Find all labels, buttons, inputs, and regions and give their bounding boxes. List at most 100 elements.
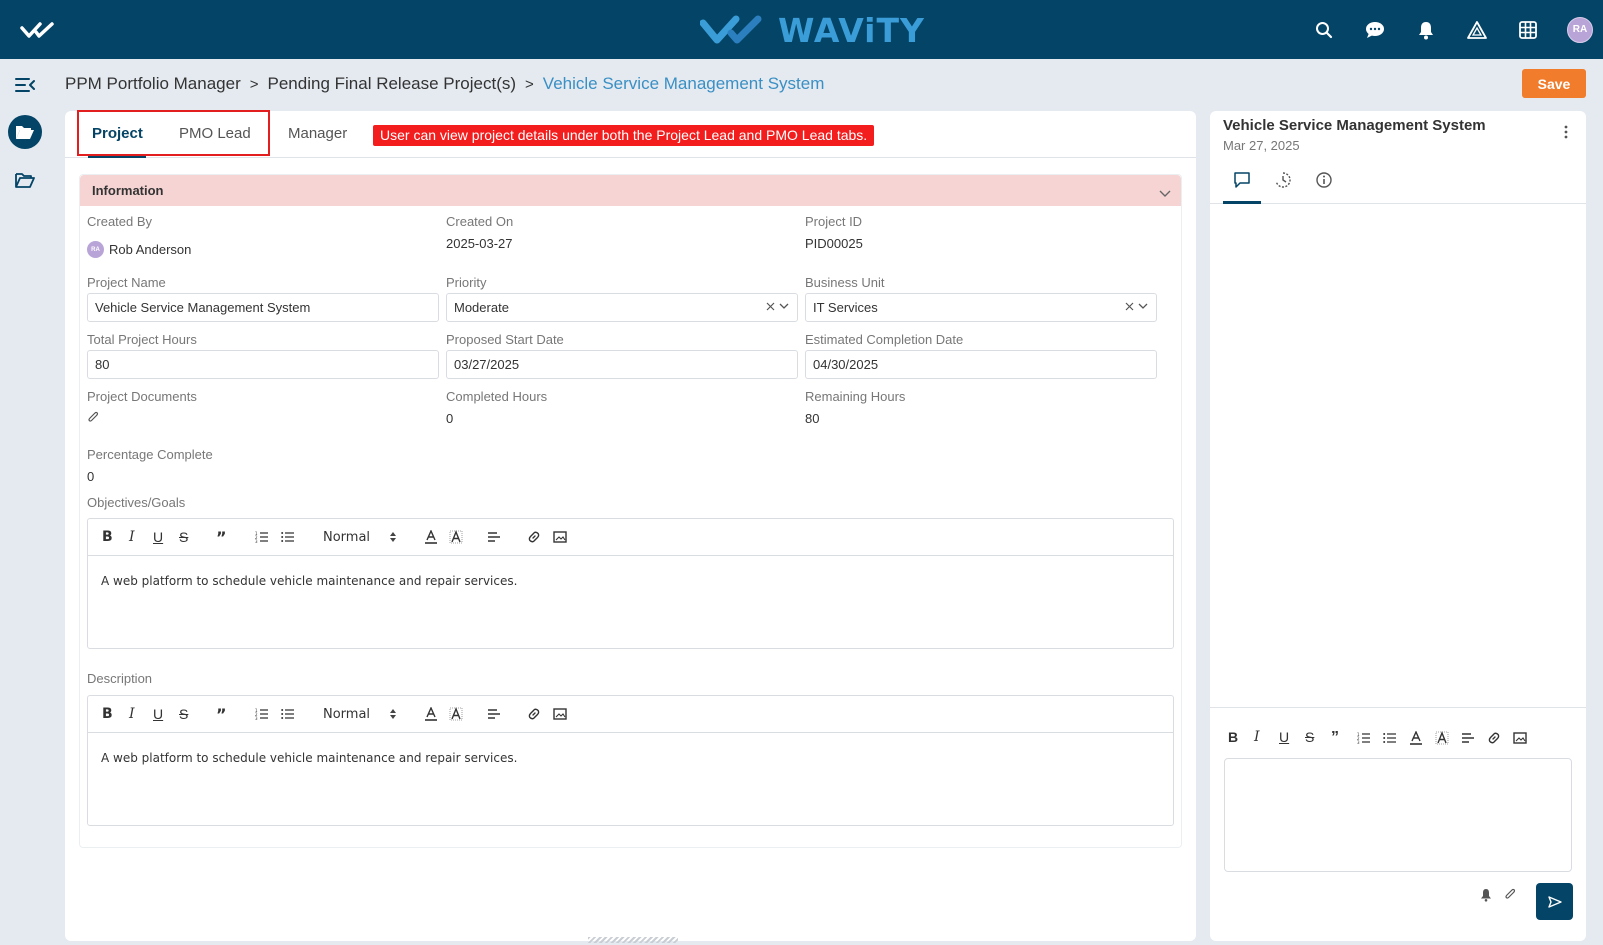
- background-color-icon[interactable]: [449, 705, 463, 723]
- panel-title: Vehicle Service Management System: [1223, 117, 1486, 134]
- background-color-icon[interactable]: [449, 528, 463, 546]
- created-on-value: 2025-03-27: [446, 236, 513, 251]
- more-vertical-icon[interactable]: [1564, 125, 1568, 144]
- breadcrumb-item[interactable]: PPM Portfolio Manager: [65, 74, 241, 94]
- format-select[interactable]: Normal: [323, 705, 370, 723]
- align-icon[interactable]: [487, 528, 501, 546]
- select-arrows-icon[interactable]: [389, 528, 397, 546]
- priority-select[interactable]: Moderate: [446, 293, 798, 322]
- italic-icon[interactable]: I: [129, 528, 135, 546]
- quote-icon[interactable]: ”: [1331, 729, 1339, 747]
- home-checks-icon[interactable]: [20, 18, 60, 42]
- paperclip-icon[interactable]: [87, 411, 99, 430]
- strikethrough-icon[interactable]: S: [179, 705, 188, 723]
- objectives-text: A web platform to schedule vehicle maint…: [101, 574, 518, 588]
- strikethrough-icon[interactable]: S: [179, 528, 188, 546]
- tab-manager[interactable]: Manager: [288, 125, 347, 142]
- remaining-hours-value: 80: [805, 411, 820, 426]
- align-icon[interactable]: [487, 705, 501, 723]
- bullet-list-icon[interactable]: [281, 705, 295, 723]
- priority-label: Priority: [446, 275, 487, 290]
- grid-icon[interactable]: [1516, 18, 1540, 42]
- breadcrumb: PPM Portfolio Manager > Pending Final Re…: [65, 72, 824, 96]
- ordered-list-icon[interactable]: 123: [255, 528, 269, 546]
- information-header[interactable]: Information: [80, 175, 1181, 206]
- info-tab-icon[interactable]: [1315, 171, 1335, 191]
- chevron-down-icon[interactable]: [779, 303, 789, 310]
- description-editor[interactable]: B I U S ” 123 Normal A web platform to s…: [87, 695, 1174, 826]
- completed-hours-label: Completed Hours: [446, 389, 548, 404]
- ordered-list-icon[interactable]: 123: [1357, 732, 1371, 744]
- underline-icon[interactable]: U: [153, 528, 163, 546]
- business-unit-label: Business Unit: [805, 275, 885, 290]
- svg-text:3: 3: [255, 539, 258, 543]
- chevron-down-icon[interactable]: [1138, 303, 1148, 310]
- strikethrough-icon[interactable]: S: [1305, 729, 1314, 745]
- link-icon[interactable]: [1487, 731, 1501, 745]
- text-color-icon[interactable]: [424, 705, 438, 723]
- format-select[interactable]: Normal: [323, 528, 370, 546]
- search-icon[interactable]: [1312, 18, 1336, 42]
- breadcrumb-separator: >: [525, 75, 534, 93]
- start-date-label: Proposed Start Date: [446, 332, 564, 347]
- clear-icon[interactable]: [1125, 302, 1134, 311]
- quote-icon[interactable]: ”: [216, 705, 227, 724]
- chat-icon[interactable]: [1363, 18, 1387, 42]
- image-icon[interactable]: [553, 705, 567, 723]
- completion-date-value: 04/30/2025: [813, 357, 879, 372]
- resize-grip[interactable]: [588, 937, 678, 943]
- total-hours-field[interactable]: 80: [87, 350, 439, 379]
- image-icon[interactable]: [553, 528, 567, 546]
- ordered-list-icon[interactable]: 123: [255, 705, 269, 723]
- alert-triangle-icon[interactable]: [1465, 18, 1489, 42]
- comments-tab-icon[interactable]: [1233, 171, 1253, 191]
- business-unit-select[interactable]: IT Services: [805, 293, 1157, 322]
- documents-label: Project Documents: [87, 389, 197, 404]
- select-arrows-icon[interactable]: [389, 705, 397, 723]
- italic-icon[interactable]: I: [129, 705, 135, 723]
- start-date-value: 03/27/2025: [454, 357, 520, 372]
- underline-icon[interactable]: U: [153, 705, 163, 723]
- start-date-field[interactable]: 03/27/2025: [446, 350, 798, 379]
- description-text: A web platform to schedule vehicle maint…: [101, 751, 518, 765]
- bold-icon[interactable]: B: [1228, 729, 1238, 745]
- top-bar: WAViTY RA: [0, 0, 1603, 59]
- completion-date-field[interactable]: 04/30/2025: [805, 350, 1157, 379]
- folder-icon[interactable]: [8, 163, 42, 197]
- description-label: Description: [87, 671, 153, 686]
- link-icon[interactable]: [527, 705, 541, 723]
- project-name-field[interactable]: Vehicle Service Management System: [87, 293, 439, 322]
- comment-input[interactable]: [1224, 758, 1572, 872]
- breadcrumb-item[interactable]: Pending Final Release Project(s): [268, 74, 517, 94]
- folder-open-icon[interactable]: [8, 115, 42, 149]
- logo-checks-icon: [700, 15, 762, 44]
- history-tab-icon[interactable]: [1274, 171, 1294, 191]
- align-icon[interactable]: [1461, 732, 1475, 744]
- send-button[interactable]: [1536, 883, 1573, 920]
- top-icons: RA: [1312, 0, 1593, 59]
- quote-icon[interactable]: ”: [216, 528, 227, 547]
- bell-icon[interactable]: [1414, 18, 1438, 42]
- objectives-editor[interactable]: B I U S ” 123 Normal A web platform to s…: [87, 518, 1174, 649]
- image-icon[interactable]: [1513, 732, 1527, 744]
- save-button[interactable]: Save: [1522, 69, 1586, 98]
- user-avatar[interactable]: RA: [1567, 16, 1593, 43]
- background-color-icon[interactable]: [1435, 731, 1449, 745]
- underline-icon[interactable]: U: [1279, 729, 1289, 745]
- objectives-label: Objectives/Goals: [87, 495, 186, 510]
- remaining-hours-label: Remaining Hours: [805, 389, 906, 404]
- collapse-menu-icon[interactable]: [8, 68, 42, 102]
- notify-bell-icon[interactable]: [1480, 888, 1492, 907]
- italic-icon[interactable]: I: [1254, 729, 1260, 745]
- text-color-icon[interactable]: [424, 528, 438, 546]
- bullet-list-icon[interactable]: [281, 528, 295, 546]
- link-icon[interactable]: [527, 528, 541, 546]
- bold-icon[interactable]: B: [102, 528, 113, 546]
- bullet-list-icon[interactable]: [1383, 732, 1397, 744]
- attach-icon[interactable]: [1504, 888, 1516, 907]
- clear-icon[interactable]: [766, 302, 775, 311]
- chevron-down-icon[interactable]: [1159, 185, 1171, 203]
- logo-text: WAViTY: [778, 10, 925, 50]
- bold-icon[interactable]: B: [102, 705, 113, 723]
- text-color-icon[interactable]: [1409, 731, 1423, 745]
